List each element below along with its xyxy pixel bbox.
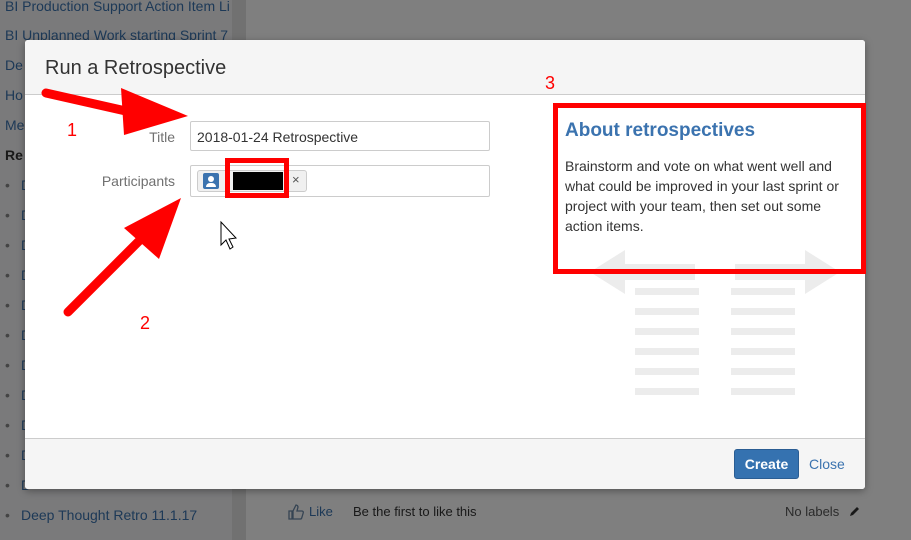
annotation-arrow-title xyxy=(41,88,135,117)
annotation-number-1: 1 xyxy=(67,120,78,140)
annotation-arrowhead-title xyxy=(121,88,188,135)
annotation-number-2: 2 xyxy=(140,313,151,333)
annotation-arrow-participants xyxy=(63,229,151,317)
annotation-number-3: 3 xyxy=(545,73,556,93)
annotation-arrows xyxy=(41,88,238,317)
mouse-cursor-icon xyxy=(220,220,238,250)
